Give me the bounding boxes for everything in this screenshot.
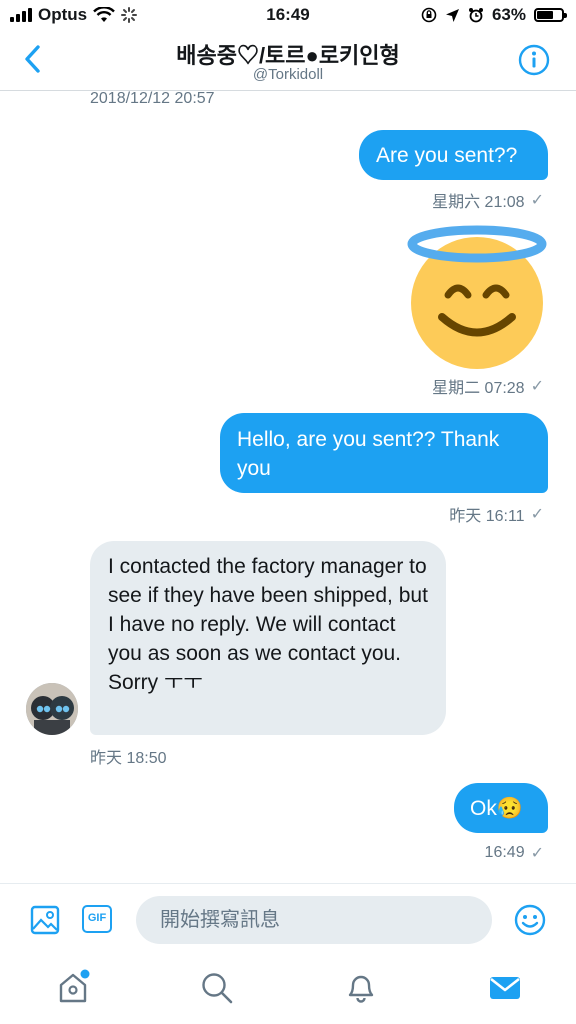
message-meta: 昨天 16:11 ✓ xyxy=(449,502,544,526)
message-text: Hello, are you sent?? Thank you xyxy=(237,428,500,480)
messages-icon xyxy=(490,977,520,999)
message-input[interactable]: 開始撰寫訊息 xyxy=(136,896,492,944)
message-timestamp: 2018/12/12 20:57 xyxy=(90,90,215,107)
message-time: 星期六 21:08 xyxy=(432,194,525,211)
location-icon xyxy=(445,8,459,22)
outgoing-message[interactable]: Are you sent?? xyxy=(359,130,548,180)
smiling-face-with-halo-icon xyxy=(407,225,547,369)
rotation-lock-icon xyxy=(421,7,437,23)
sent-check-icon: ✓ xyxy=(530,506,544,523)
message-text: I contacted the factory manager to see i… xyxy=(108,555,428,694)
add-photo-button[interactable] xyxy=(30,905,60,940)
message-time: 16:49 xyxy=(484,844,525,861)
sent-check-icon: ✓ xyxy=(530,378,544,395)
info-button[interactable] xyxy=(518,44,550,81)
tab-notifications[interactable] xyxy=(344,970,378,1009)
outgoing-message[interactable]: Ok😥 xyxy=(454,783,548,833)
alarm-icon xyxy=(468,8,483,23)
emoji-message[interactable] xyxy=(404,224,550,370)
message-meta: 星期二 07:28 ✓ xyxy=(432,374,544,398)
outgoing-message[interactable]: Hello, are you sent?? Thank you xyxy=(220,413,548,493)
tab-bar xyxy=(0,955,576,1024)
status-bar: Optus 16:49 63% xyxy=(0,0,576,30)
avatar-dolls-icon xyxy=(26,683,78,735)
message-time: 星期二 07:28 xyxy=(432,380,525,397)
message-meta: 昨天 18:50 xyxy=(90,744,167,768)
gif-button[interactable]: GIF xyxy=(82,905,112,933)
image-icon xyxy=(30,905,60,935)
notifications-icon xyxy=(348,975,374,1003)
message-meta: 16:49 ✓ xyxy=(485,843,544,863)
emoji-smile-icon xyxy=(514,904,546,936)
search-icon xyxy=(202,973,233,1004)
sent-check-icon: ✓ xyxy=(530,845,544,862)
battery-percent: 63% xyxy=(491,5,526,24)
status-right: 63% xyxy=(421,5,567,25)
message-text: Ok😥 xyxy=(470,797,523,820)
emoji-button[interactable] xyxy=(514,904,546,941)
avatar[interactable] xyxy=(26,683,78,735)
info-icon xyxy=(518,44,550,76)
tab-home[interactable] xyxy=(56,969,92,1010)
message-meta: 星期六 21:08 ✓ xyxy=(432,188,544,212)
message-time: 昨天 16:11 xyxy=(449,508,525,525)
home-icon xyxy=(59,969,90,1003)
message-time: 昨天 18:50 xyxy=(90,750,167,767)
tab-messages[interactable] xyxy=(488,973,522,1008)
battery-icon xyxy=(534,8,567,22)
incoming-message[interactable]: I contacted the factory manager to see i… xyxy=(90,541,446,735)
message-text: Are you sent?? xyxy=(376,144,518,167)
conversation-handle: @Torkidoll xyxy=(252,66,324,83)
message-composer: GIF 開始撰寫訊息 xyxy=(0,883,576,956)
tab-search[interactable] xyxy=(200,971,234,1010)
conversation-header: 배송중♡/토르●로키인형 @Torkidoll xyxy=(0,30,576,91)
sent-check-icon: ✓ xyxy=(530,192,544,209)
